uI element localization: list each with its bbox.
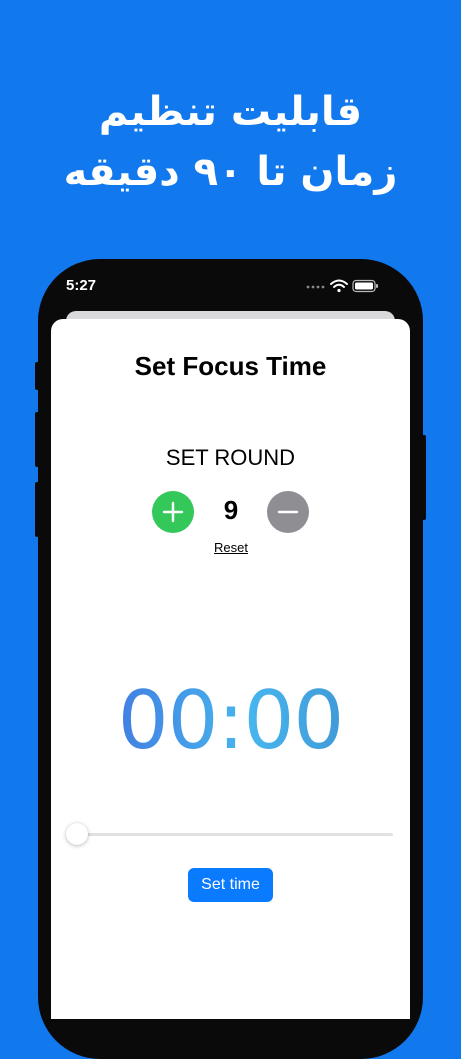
promo-line-2: زمان تا ۹۰ دقیقه <box>63 149 398 195</box>
promo-headline: قابلیت تنظیم زمان تا ۹۰ دقیقه <box>0 82 461 202</box>
round-count: 9 <box>223 495 239 525</box>
minus-icon <box>277 510 299 514</box>
plus-icon <box>162 501 184 523</box>
reset-link[interactable]: Reset <box>191 540 271 555</box>
timer-display: 00:00 <box>51 671 410 771</box>
status-icons <box>300 278 380 294</box>
set-round-label: SET ROUND <box>165 445 296 470</box>
status-time: 5:27 <box>66 277 97 294</box>
focus-time-sheet: Set Focus Time SET ROUND 9 Reset 00:00 S… <box>51 319 410 1019</box>
increase-round-button[interactable] <box>152 491 194 533</box>
decrease-round-button[interactable] <box>267 491 309 533</box>
page-title: Set Focus Time <box>134 351 327 381</box>
promo-line-1: قابلیت تنظیم <box>98 89 363 135</box>
time-slider-track[interactable] <box>77 833 393 836</box>
signal-icon <box>306 285 325 289</box>
set-time-button[interactable]: Set time <box>188 868 273 902</box>
wifi-icon <box>330 279 348 293</box>
battery-icon <box>352 279 378 293</box>
time-slider-thumb[interactable] <box>66 823 88 845</box>
